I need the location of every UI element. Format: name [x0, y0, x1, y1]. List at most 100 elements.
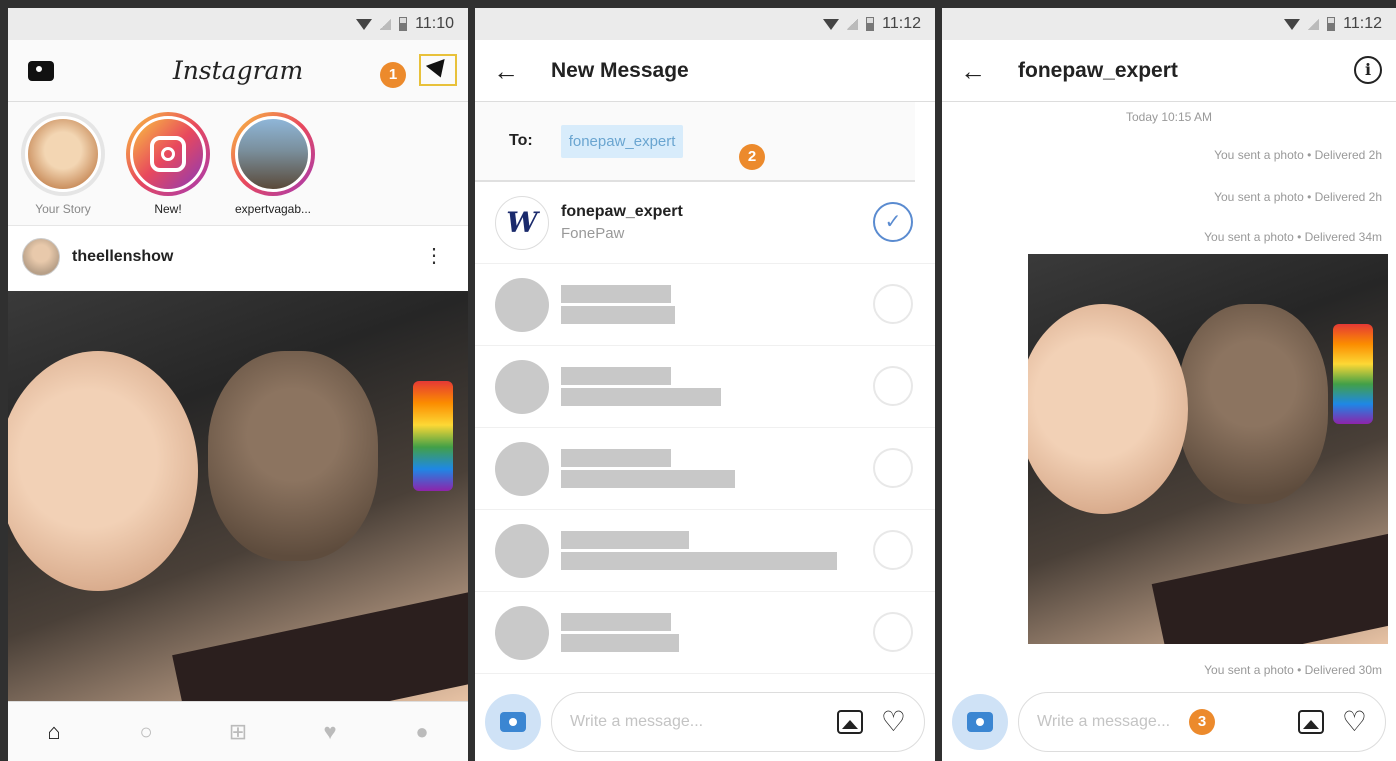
- stacking-toy: [1333, 324, 1373, 424]
- chat-title: fonepaw_expert: [1018, 59, 1178, 82]
- back-arrow-icon[interactable]: ←: [960, 56, 986, 87]
- story-expertvagab[interactable]: expertvagab...: [228, 112, 318, 216]
- baby-figure: [1028, 304, 1188, 514]
- camera-button[interactable]: [485, 694, 541, 750]
- contact-row-placeholder[interactable]: [475, 510, 935, 592]
- unselected-check-icon[interactable]: [873, 448, 913, 488]
- story-avatar-ring: [231, 112, 315, 196]
- to-label: To:: [509, 132, 533, 149]
- instagram-app-icon: [130, 116, 206, 192]
- fonepaw-logo-avatar: W: [495, 195, 549, 250]
- profile-icon[interactable]: ●: [409, 719, 435, 745]
- avatar: [495, 605, 549, 660]
- contact-subtitle: FonePaw: [561, 225, 625, 242]
- camera-icon: [500, 712, 526, 732]
- dog-avatar: [25, 116, 101, 192]
- message-input[interactable]: Write a message... 3 ♡: [1018, 692, 1386, 752]
- story-label: Your Story: [35, 202, 91, 216]
- app-header: ← fonepaw_expert i: [942, 40, 1396, 102]
- avatar[interactable]: [22, 238, 60, 276]
- instagram-feed-screen: 11:10 Instagram 1 Your Story New! expert…: [8, 8, 468, 761]
- delivered-status: You sent a photo • Delivered 2h: [1214, 148, 1382, 162]
- avatar: [495, 441, 549, 496]
- contact-row-placeholder[interactable]: [475, 428, 935, 510]
- story-avatar-ring: [21, 112, 105, 196]
- more-options-icon[interactable]: ⋮: [424, 246, 444, 266]
- gallery-icon[interactable]: [1297, 710, 1324, 734]
- status-bar: 11:10: [8, 8, 468, 40]
- dog-figure: [1178, 304, 1328, 504]
- traveler-avatar: [235, 116, 311, 192]
- back-arrow-icon[interactable]: ←: [493, 56, 519, 87]
- paper-plane-icon: [425, 59, 451, 81]
- stacking-toy: [413, 381, 453, 491]
- unselected-check-icon[interactable]: [873, 284, 913, 324]
- message-composer: Write a message... ♡: [475, 683, 935, 761]
- stories-tray: Your Story New! expertvagab...: [8, 102, 468, 226]
- signal-icon: [847, 18, 859, 30]
- selected-check-icon[interactable]: ✓: [873, 202, 913, 242]
- post-username[interactable]: theellenshow: [72, 248, 173, 266]
- new-message-screen: 11:12 ← New Message To: fonepaw_expert 2…: [475, 8, 935, 761]
- post-header: theellenshow ⋮: [8, 226, 468, 288]
- info-icon[interactable]: i: [1354, 56, 1382, 84]
- story-new[interactable]: New!: [123, 112, 213, 216]
- search-icon[interactable]: ○: [133, 719, 159, 745]
- heart-icon[interactable]: ♥: [317, 719, 343, 745]
- table-edge: [1151, 525, 1388, 644]
- avatar: [495, 523, 549, 578]
- sent-photo[interactable]: [1028, 254, 1388, 644]
- message-placeholder: Write a message...: [1037, 713, 1171, 730]
- camera-icon: [967, 712, 993, 732]
- story-your-story[interactable]: Your Story: [18, 112, 108, 216]
- delivered-status: You sent a photo • Delivered 2h: [1214, 190, 1382, 204]
- dog-figure: [208, 351, 378, 561]
- battery-icon: [399, 17, 408, 31]
- direct-message-button[interactable]: [419, 54, 457, 86]
- recipient-chip[interactable]: fonepaw_expert: [560, 124, 684, 158]
- contact-row-fonepaw[interactable]: W fonepaw_expert FonePaw ✓: [475, 182, 935, 264]
- chat-timestamp: Today 10:15 AM: [1125, 110, 1213, 124]
- recipient-row: To: fonepaw_expert 2: [475, 102, 915, 182]
- wifi-icon: [1284, 18, 1301, 30]
- heart-outline-icon[interactable]: ♡: [1342, 708, 1367, 736]
- delivered-status: You sent a photo • Delivered 30m: [1204, 663, 1382, 677]
- step-badge-1: 1: [380, 62, 406, 88]
- post-photo[interactable]: [8, 291, 468, 701]
- app-header: ← New Message: [475, 40, 935, 102]
- status-time: 11:10: [415, 15, 454, 32]
- bottom-nav: ⌂ ○ ⊞ ♥ ●: [8, 701, 468, 761]
- avatar: [495, 359, 549, 414]
- signal-icon: [380, 18, 392, 30]
- table-edge: [172, 588, 468, 701]
- gallery-icon[interactable]: [836, 710, 863, 734]
- add-icon[interactable]: ⊞: [225, 719, 251, 745]
- status-bar: 11:12: [475, 8, 935, 40]
- story-label: New!: [154, 202, 182, 216]
- signal-icon: [1308, 18, 1320, 30]
- delivered-status: You sent a photo • Delivered 34m: [1204, 230, 1382, 244]
- status-time: 11:12: [882, 15, 921, 32]
- unselected-check-icon[interactable]: [873, 530, 913, 570]
- heart-outline-icon[interactable]: ♡: [881, 708, 906, 736]
- chat-screen: 11:12 ← fonepaw_expert i Today 10:15 AM …: [942, 8, 1396, 761]
- contact-row-placeholder[interactable]: [475, 346, 935, 428]
- status-time: 11:12: [1343, 15, 1382, 32]
- page-title: New Message: [551, 59, 689, 82]
- battery-icon: [866, 17, 875, 31]
- home-icon[interactable]: ⌂: [41, 719, 67, 745]
- app-header: Instagram 1: [8, 40, 468, 102]
- camera-button[interactable]: [952, 694, 1008, 750]
- contact-name: fonepaw_expert: [561, 203, 683, 220]
- status-bar: 11:12: [942, 8, 1396, 40]
- unselected-check-icon[interactable]: [873, 366, 913, 406]
- step-badge-2: 2: [739, 144, 765, 170]
- avatar: [495, 277, 549, 332]
- unselected-check-icon[interactable]: [873, 612, 913, 652]
- wifi-icon: [356, 18, 373, 30]
- message-input[interactable]: Write a message... ♡: [551, 692, 925, 752]
- contact-row-placeholder[interactable]: [475, 592, 935, 674]
- step-badge-3: 3: [1189, 709, 1215, 735]
- contact-row-placeholder[interactable]: [475, 264, 935, 346]
- wifi-icon: [823, 18, 840, 30]
